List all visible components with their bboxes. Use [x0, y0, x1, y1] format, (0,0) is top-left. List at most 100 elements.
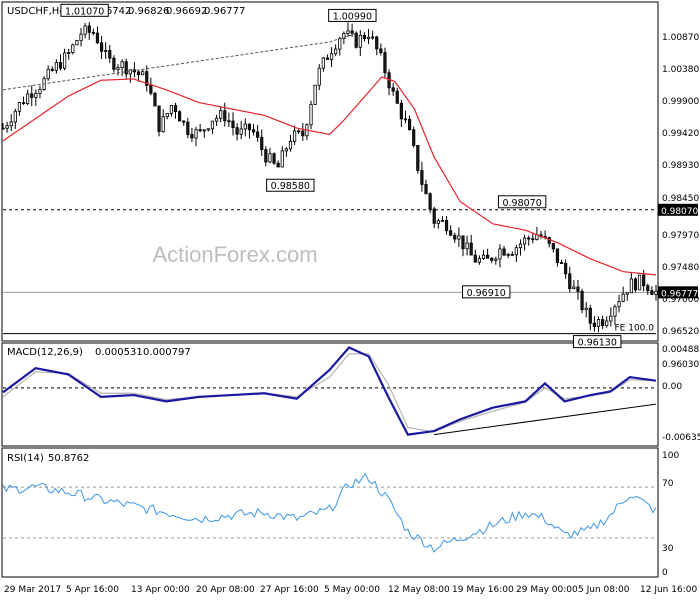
candle-body	[469, 242, 473, 256]
candle-body	[63, 52, 67, 69]
candle-body	[453, 234, 457, 240]
candle-body	[214, 117, 219, 122]
candle-body	[498, 248, 502, 260]
y-tick-label: 0.98930	[662, 161, 699, 171]
candle-body	[465, 242, 469, 250]
candle-body	[642, 274, 646, 287]
candle-body	[350, 30, 354, 34]
candle-body	[362, 34, 367, 40]
candle-body	[17, 102, 22, 112]
candle-body	[486, 254, 490, 259]
ohlc-low: 0.96692	[166, 6, 207, 17]
x-tick-label: 29 May 00:00	[516, 585, 578, 595]
candle-body	[202, 129, 206, 132]
candle-body	[235, 127, 239, 135]
candle-body	[428, 193, 432, 210]
candle-body	[654, 290, 658, 295]
y-tick-label: 0.97480	[662, 263, 699, 273]
y-tick-label: 100	[662, 451, 679, 461]
candle-body	[371, 36, 375, 39]
symbol-label: USDCHF,H4	[7, 6, 66, 17]
candle-body	[54, 62, 58, 71]
y-tick-label: 0	[662, 568, 668, 578]
candle-body	[46, 68, 50, 80]
candle-body	[182, 120, 186, 123]
price-annotation-label: 0.96130	[578, 338, 617, 349]
candle-body	[325, 57, 330, 60]
y-tick-label: 0.99420	[662, 129, 699, 139]
candle-body	[613, 306, 617, 317]
y-tick-label: 0.99900	[662, 97, 699, 107]
candle-body	[34, 92, 38, 98]
candle-body	[5, 125, 9, 129]
price-annotation-label: 0.96910	[467, 288, 506, 299]
candle-body	[169, 105, 173, 114]
candle-body	[559, 262, 564, 264]
y-tick-label: 0.97970	[662, 231, 699, 241]
candle-body	[477, 258, 482, 263]
candle-body	[527, 237, 531, 240]
candle-body	[412, 129, 416, 146]
candle-body	[514, 247, 518, 256]
candle-body	[395, 90, 399, 104]
candle-body	[124, 61, 128, 75]
candle-body	[120, 61, 124, 69]
candle-body	[346, 30, 350, 34]
candle-body	[375, 36, 379, 50]
candle-body	[420, 170, 424, 185]
price-annotation-label: 0.98070	[502, 198, 541, 209]
candle-body	[194, 129, 198, 139]
candle-body	[309, 103, 313, 126]
last-price-label: 0.96777	[661, 289, 698, 299]
candle-body	[601, 319, 605, 326]
rsi-value: 50.8762	[48, 453, 89, 464]
candle-body	[338, 38, 342, 50]
candle-body	[21, 102, 26, 105]
candle-body	[473, 254, 477, 263]
candle-body	[625, 292, 629, 295]
x-tick-label: 20 Apr 08:00	[196, 585, 255, 595]
candle-body	[210, 120, 215, 130]
candle-body	[1, 127, 5, 130]
x-tick-label: 5 May 00:00	[324, 585, 380, 595]
candle-body	[358, 34, 362, 48]
candle-body	[588, 307, 592, 324]
candle-body	[75, 40, 79, 46]
candle-body	[354, 32, 358, 48]
candle-body	[366, 36, 371, 40]
candle-body	[280, 150, 284, 168]
candle-body	[58, 62, 63, 69]
price-annotation-label: 0.98580	[271, 181, 310, 192]
y-tick-label: 1.00870	[662, 33, 699, 43]
candle-body	[239, 128, 243, 135]
candle-body	[247, 123, 252, 131]
candle-body	[518, 243, 523, 249]
candle-body	[95, 32, 100, 44]
candle-body	[91, 32, 95, 34]
x-tick-label: 12 Jun 16:00	[640, 585, 697, 595]
candle-body	[531, 238, 535, 241]
main-y-axis: 1.00870 1.00380 0.99900 0.99420 0.98930 …	[662, 33, 699, 370]
y-tick-label: 0.96030	[662, 360, 699, 370]
candle-body	[342, 33, 346, 40]
chart: ActionForex.com USDCHF,H4 0.96742 0.9682…	[1, 1, 700, 595]
candle-body	[568, 273, 572, 290]
candle-body	[128, 69, 132, 75]
candle-body	[284, 148, 288, 152]
candle-body	[576, 286, 580, 292]
candle-body	[157, 105, 161, 132]
candle-body	[650, 290, 654, 295]
y-tick-label: 70	[662, 479, 674, 489]
rsi-panel	[1, 447, 659, 578]
candle-body	[112, 57, 116, 70]
candle-body	[153, 92, 157, 107]
y-tick-label: 0.96520	[662, 327, 699, 337]
x-tick-label: 29 Mar 2017	[4, 585, 61, 595]
candle-body	[449, 230, 453, 236]
candle-body	[26, 93, 30, 104]
y-tick-label: 0.00	[662, 382, 682, 392]
candle-body	[186, 121, 190, 135]
candle-body	[321, 57, 325, 69]
x-tick-label: 12 May 08:00	[388, 585, 450, 595]
candle-body	[313, 84, 317, 105]
